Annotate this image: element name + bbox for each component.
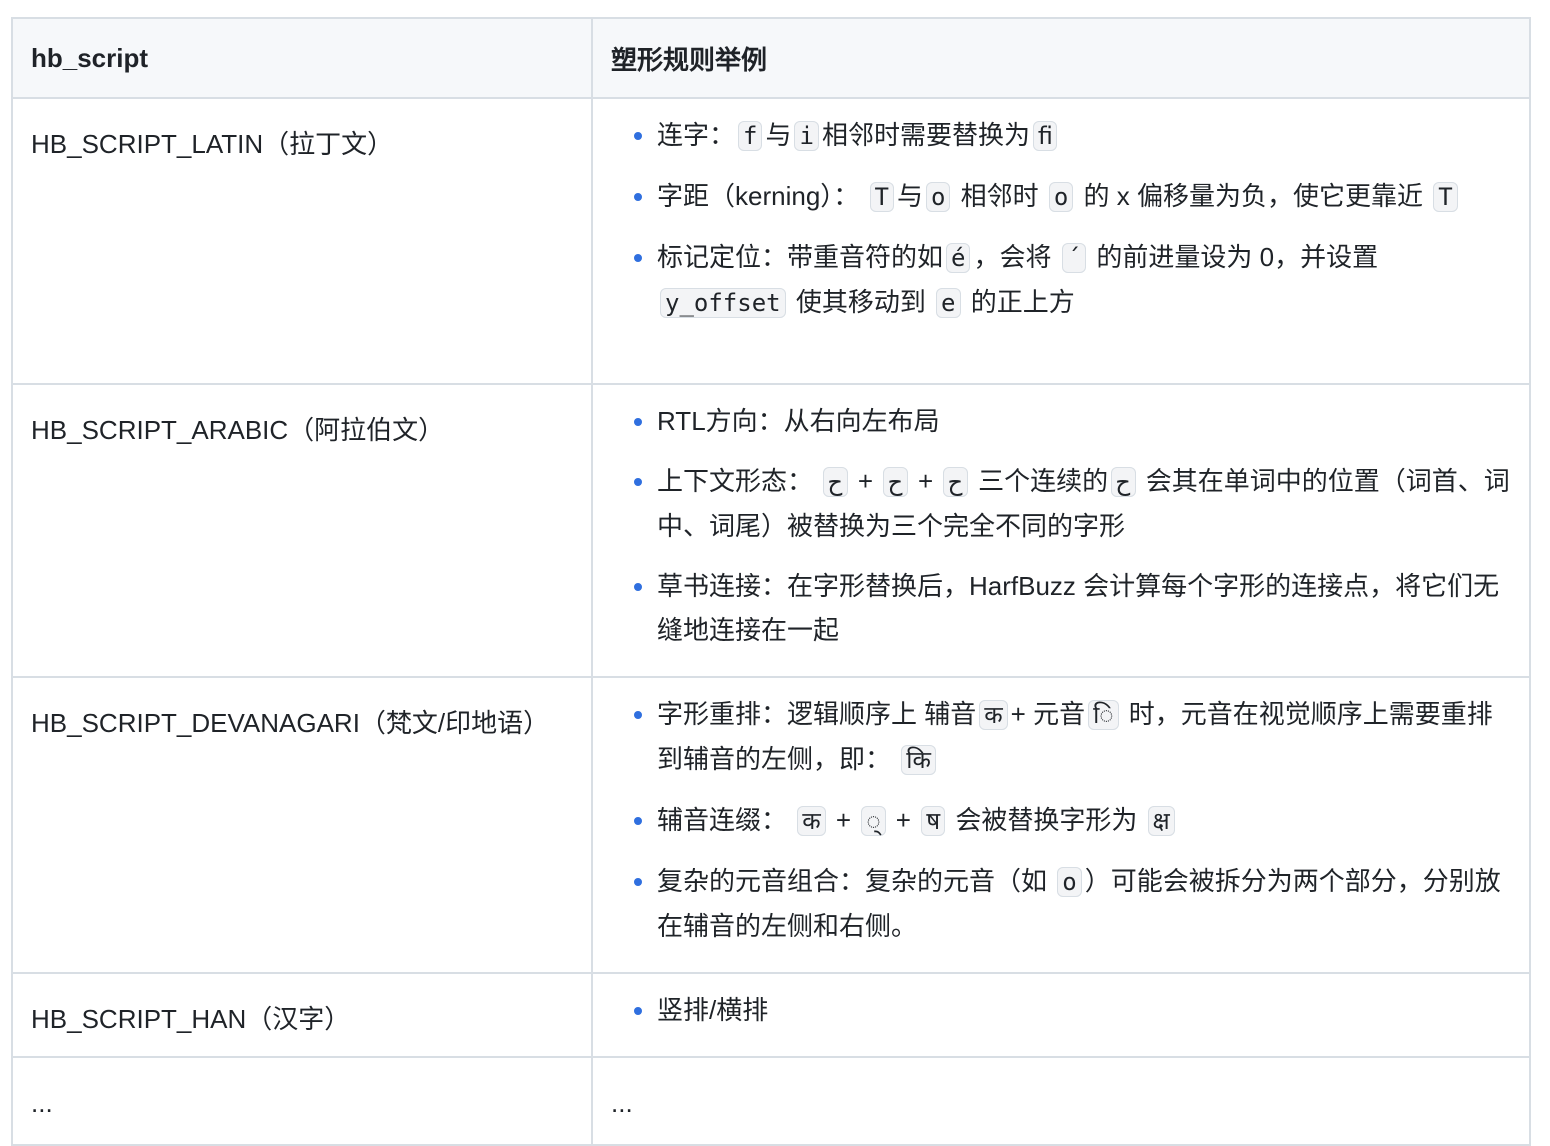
inline-code: i [794,121,819,151]
rule-text: 字距（kerning）： [657,181,867,211]
inline-code: क [979,700,1008,730]
rule-text: 竖排/横排 [657,995,769,1025]
script-name-cell: HB_SCRIPT_ARABIC（阿拉伯文） [11,383,593,678]
rule-text: 连字： [657,120,736,150]
table-row: HB_SCRIPT_HAN（汉字） 竖排/横排 [11,972,1531,1058]
rule-text: RTL方向：从右向左布局 [657,406,940,436]
rule-text: 复杂的元音组合：复杂的元音（如 [657,866,1055,896]
rules-list: 连字：f与i相邻时需要替换为ﬁ字距（kerning）： T与o 相邻时 o 的 … [611,113,1511,325]
rule-text: 的前进量设为 0，并设置 [1089,242,1379,272]
shaping-rules-cell: 连字：f与i相邻时需要替换为ﬁ字距（kerning）： T与o 相邻时 o 的 … [591,97,1531,385]
rule-text: 相邻时 [953,181,1046,211]
list-item: 字距（kerning）： T与o 相邻时 o 的 x 偏移量为负，使它更靠近 T [657,174,1511,219]
rule-text: 与 [896,181,923,211]
table-row: HB_SCRIPT_LATIN（拉丁文）连字：f与i相邻时需要替换为ﬁ字距（ke… [11,97,1531,385]
inline-code: T [1433,182,1458,212]
list-item: 草书连接：在字形替换后，HarfBuzz 会计算每个字形的连接点，将它们无缝地连… [657,564,1511,652]
inline-code: ح [883,467,908,497]
script-name-cell: HB_SCRIPT_DEVANAGARI（梵文/印地语） [11,676,593,974]
inline-code: ح [823,467,848,497]
list-item: 字形重排：逻辑顺序上 辅音क+ 元音ि 时，元音在视觉顺序上需要重排到辅音的左侧… [657,692,1511,782]
table-row: HB_SCRIPT_ARABIC（阿拉伯文）RTL方向：从右向左布局上下文形态：… [11,383,1531,678]
inline-code: y_offset [660,288,786,318]
rule-text: + 元音 [1010,699,1086,729]
list-item: 竖排/横排 [657,988,1511,1032]
inline-code: e [936,288,961,318]
rule-text: 标记定位：带重音符的如 [657,242,944,272]
shaping-rules-cell: 竖排/横排 [591,972,1531,1058]
table-row: HB_SCRIPT_DEVANAGARI（梵文/印地语） 字形重排：逻辑顺序上 辅… [11,676,1531,974]
inline-code: o [1057,867,1082,897]
inline-code: ﬁ [1032,121,1058,151]
rules-list: 竖排/横排 [611,988,1511,1032]
table-header-row: hb_script 塑形规则举例 [11,17,1531,99]
header-shaping-examples: 塑形规则举例 [591,17,1531,99]
inline-code: कि [901,745,936,775]
rule-text: 的 x 偏移量为负，使它更靠近 [1076,181,1431,211]
inline-code: ح [1111,467,1136,497]
rule-text: 字形重排：逻辑顺序上 辅音 [657,699,977,729]
rule-text: 相邻时需要替换为 [821,120,1030,150]
inline-code: é [946,243,971,273]
inline-code: ् [861,806,886,836]
list-item: 标记定位：带重音符的如é，会将 ´ 的前进量设为 0，并设置 y_offset … [657,235,1511,325]
list-item: 上下文形态： ح + ح + ح 三个连续的ح 会其在单词中的位置（词首、词中、… [657,459,1511,548]
inline-code: ि [1088,700,1119,730]
script-shaping-table: hb_script 塑形规则举例 HB_SCRIPT_LATIN（拉丁文） 连字：… [11,17,1531,1146]
inline-code: ष [921,806,946,836]
rules-list: RTL方向：从右向左布局上下文形态： ح + ح + ح 三个连续的ح 会其在单… [611,399,1511,652]
rule-text: 上下文形态： [657,466,821,496]
inline-code: ح [943,467,968,497]
inline-code: क्ष [1147,806,1175,836]
script-name-cell: HB_SCRIPT_LATIN（拉丁文） [11,97,593,385]
rules-list: 字形重排：逻辑顺序上 辅音क+ 元音ि 时，元音在视觉顺序上需要重排到辅音的左侧… [611,692,1511,948]
list-item: 复杂的元音组合：复杂的元音（如 o）可能会被拆分为两个部分，分别放在辅音的左侧和… [657,859,1511,948]
header-hb-script: hb_script [11,17,593,99]
rule-text: 的正上方 [963,287,1075,317]
rule-text: + [828,805,859,835]
inline-code: क [797,806,826,836]
inline-code: T [869,182,894,212]
list-item: RTL方向：从右向左布局 [657,399,1511,443]
rule-text: 辅音连缀： [657,805,795,835]
inline-code: ´ [1061,243,1087,273]
list-item: 辅音连缀： क + ् + ष 会被替换字形为 क्ष [657,798,1511,843]
rule-text: 会被替换字形为 [948,805,1145,835]
rule-text: 草书连接：在字形替换后，HarfBuzz 会计算每个字形的连接点，将它们无缝地连… [657,571,1500,645]
rule-text: + [850,466,881,496]
rule-text: + [910,466,941,496]
inline-code: f [738,121,763,151]
rule-text: ，会将 [973,242,1059,272]
rule-text: 使其移动到 [788,287,934,317]
rule-text: + [888,805,919,835]
rule-text: 与 [765,120,792,150]
shaping-rules-cell: 字形重排：逻辑顺序上 辅音क+ 元音ि 时，元音在视觉顺序上需要重排到辅音的左侧… [591,676,1531,974]
inline-code: o [1048,182,1074,212]
script-name-cell: HB_SCRIPT_HAN（汉字） [11,972,593,1058]
rule-text: 三个连续的 [970,466,1109,496]
list-item: 连字：f与i相邻时需要替换为ﬁ [657,113,1511,158]
shaping-rules-cell: RTL方向：从右向左布局上下文形态： ح + ح + ح 三个连续的ح 会其在单… [591,383,1531,678]
inline-code: o [925,182,951,212]
